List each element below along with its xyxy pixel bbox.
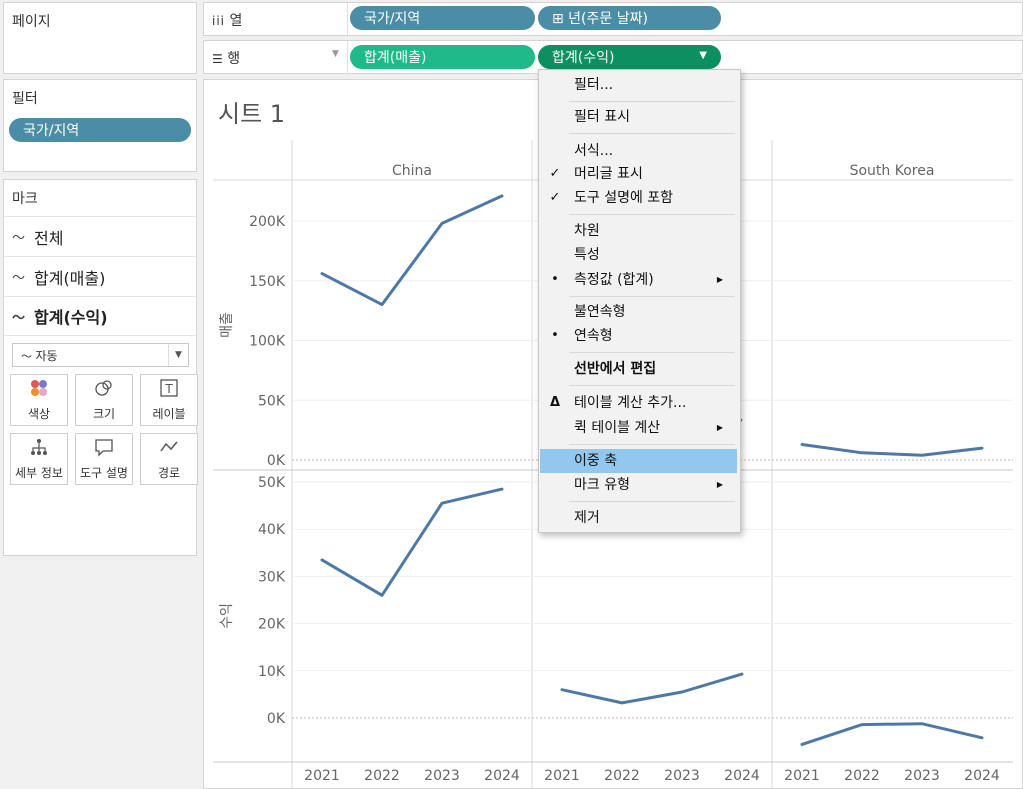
submenu-arrow-icon: ▶ xyxy=(716,480,723,489)
menu-label: 마크 유형 xyxy=(574,477,630,493)
menu-separator xyxy=(569,133,735,134)
menu-label: 연속형 xyxy=(574,328,613,344)
menu-separator xyxy=(569,385,735,386)
series-line xyxy=(320,487,504,597)
menu-label: 필터 표시 xyxy=(574,109,630,125)
menu-label: 퀵 테이블 계산 xyxy=(574,420,661,436)
check-icon: ✓ xyxy=(549,190,561,205)
menu-item-dual-axis[interactable]: 이중 축 xyxy=(540,449,737,473)
menu-label: 특성 xyxy=(574,247,600,263)
submenu-arrow-icon: ▶ xyxy=(716,275,723,284)
y-tick-label: 0K xyxy=(267,711,286,727)
menu-item-edit-in-shelf[interactable]: 선반에서 편집 xyxy=(540,357,737,381)
x-tick-label: 2024 xyxy=(964,768,1000,784)
menu-item-discrete[interactable]: 불연속형 xyxy=(540,300,737,324)
menu-label: 이중 축 xyxy=(574,453,618,469)
x-tick-label: 2023 xyxy=(904,768,940,784)
x-tick-label: 2022 xyxy=(604,768,640,784)
series-line xyxy=(800,722,984,746)
menu-item-measure[interactable]: • 측정값 (합계) ▶ xyxy=(540,268,737,292)
menu-separator xyxy=(569,444,735,445)
menu-item-quick-table-calc[interactable]: 퀵 테이블 계산 ▶ xyxy=(540,416,737,440)
menu-label: 필터... xyxy=(574,77,614,93)
menu-label: 도구 설명에 포함 xyxy=(574,190,674,206)
tableau-workspace: 페이지 필터 국가/지역 마크 〜 전체 〜 합계(매출) 〜 합계(수익) 〜… xyxy=(0,0,1023,789)
bullet-icon: • xyxy=(551,328,559,343)
x-tick-label: 2024 xyxy=(484,768,520,784)
x-tick-label: 2021 xyxy=(304,768,340,784)
pill-context-menu: 필터... 필터 표시 서식... ✓ 머리글 표시 ✓ 도구 설명에 포함 차원 … xyxy=(538,69,741,533)
y-tick-label: 50K xyxy=(258,475,286,491)
menu-item-continuous[interactable]: • 연속형 xyxy=(540,324,737,348)
menu-label: 차원 xyxy=(574,223,600,239)
x-tick-label: 2022 xyxy=(364,768,400,784)
y-tick-label: 50K xyxy=(258,393,286,409)
menu-item-show-filter[interactable]: 필터 표시 xyxy=(540,105,737,129)
menu-separator xyxy=(569,501,735,502)
menu-label: 불연속형 xyxy=(574,304,626,320)
menu-item-attribute[interactable]: 특성 xyxy=(540,243,737,267)
menu-label: 서식... xyxy=(574,143,614,159)
series-line xyxy=(320,194,504,307)
y-tick-label: 30K xyxy=(258,569,286,585)
x-tick-label: 2021 xyxy=(784,768,820,784)
y-tick-label: 100K xyxy=(249,334,286,350)
menu-item-remove[interactable]: 제거 xyxy=(540,506,737,530)
menu-item-show-header[interactable]: ✓ 머리글 표시 xyxy=(540,162,737,186)
y-tick-label: 40K xyxy=(258,522,286,538)
menu-item-filter[interactable]: 필터... xyxy=(540,73,737,97)
menu-item-add-table-calc[interactable]: Δ 테이블 계산 추가... xyxy=(540,391,737,415)
x-tick-label: 2023 xyxy=(424,768,460,784)
series-line xyxy=(560,672,744,705)
submenu-arrow-icon: ▶ xyxy=(716,423,723,432)
y-tick-label: 200K xyxy=(249,214,286,230)
y-tick-label: 10K xyxy=(258,664,286,680)
x-tick-label: 2021 xyxy=(544,768,580,784)
menu-separator xyxy=(569,352,735,353)
menu-label: 제거 xyxy=(574,510,600,526)
y-tick-label: 150K xyxy=(249,274,286,290)
x-tick-label: 2022 xyxy=(844,768,880,784)
menu-label: 머리글 표시 xyxy=(574,166,643,182)
line-chart: China South Korea 200K 150K 100K 50K 0K 매출 50K 40… xyxy=(213,140,1013,789)
menu-item-dimension[interactable]: 차원 xyxy=(540,219,737,243)
x-tick-label: 2024 xyxy=(724,768,760,784)
menu-item-mark-type[interactable]: 마크 유형 ▶ xyxy=(540,473,737,497)
y-axis-title: 수익 xyxy=(219,603,235,629)
panel-header-label: China xyxy=(392,163,432,179)
menu-item-format[interactable]: 서식... xyxy=(540,139,737,163)
delta-icon: Δ xyxy=(549,395,561,410)
menu-label: 선반에서 편집 xyxy=(574,361,657,377)
y-axis-title: 매출 xyxy=(219,312,235,338)
y-tick-label: 20K xyxy=(258,617,286,633)
x-tick-label: 2023 xyxy=(664,768,700,784)
menu-separator xyxy=(569,101,735,102)
menu-label: 테이블 계산 추가... xyxy=(574,395,687,411)
menu-separator xyxy=(569,296,735,297)
menu-separator xyxy=(569,214,735,215)
check-icon: ✓ xyxy=(549,166,561,181)
bullet-icon: • xyxy=(551,272,559,287)
menu-label: 측정값 (합계) xyxy=(574,272,654,288)
panel-header-label: South Korea xyxy=(850,163,935,179)
y-tick-label: 0K xyxy=(267,453,286,469)
series-line xyxy=(800,443,984,457)
menu-item-include-tooltip[interactable]: ✓ 도구 설명에 포함 xyxy=(540,186,737,210)
